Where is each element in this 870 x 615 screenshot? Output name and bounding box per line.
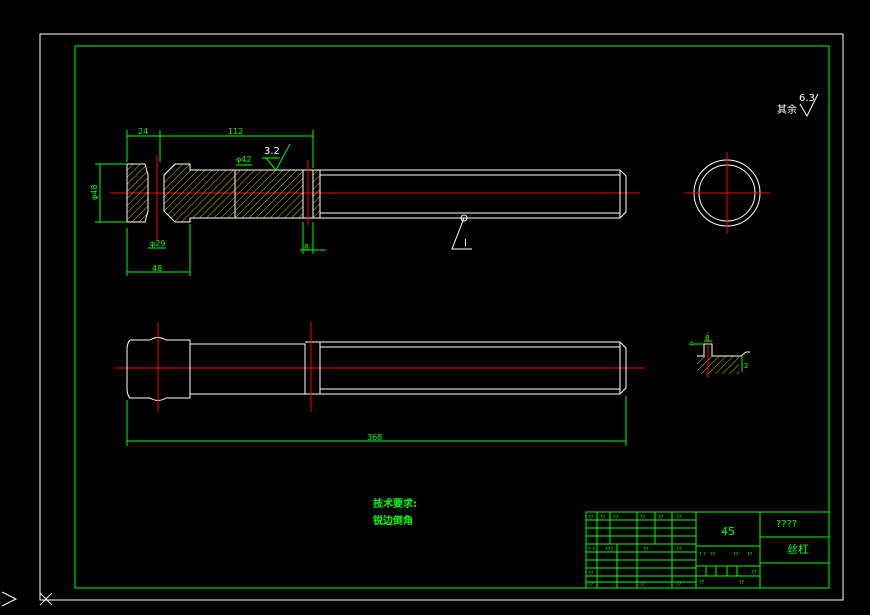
detail-outline bbox=[697, 343, 750, 357]
dim-head-diameter: φ48 bbox=[90, 185, 99, 200]
other-roughness-label: 其余 bbox=[777, 103, 797, 116]
roughness-value: 3.2 bbox=[264, 146, 280, 157]
head-section-hatch bbox=[126, 163, 149, 223]
svg-text:??: ?? bbox=[643, 547, 649, 553]
svg-text:??: ?? bbox=[640, 582, 646, 588]
svg-text:??: ?? bbox=[747, 552, 753, 558]
svg-text:??: ?? bbox=[588, 582, 594, 588]
svg-text:? ?: ? ? bbox=[699, 552, 706, 558]
detail-view[interactable] bbox=[693, 332, 750, 378]
svg-text:??: ?? bbox=[676, 515, 682, 521]
other-roughness-value: 6.3 bbox=[799, 93, 815, 104]
svg-text:??: ?? bbox=[710, 552, 716, 558]
groove-section-hatch bbox=[312, 169, 321, 219]
detail-dim-b-label: 8 bbox=[705, 334, 709, 342]
section-leader bbox=[451, 217, 472, 250]
drawing-frame bbox=[74, 45, 830, 589]
svg-text:??: ?? bbox=[613, 515, 619, 521]
svg-text:??: ?? bbox=[588, 515, 594, 521]
svg-text:??: ?? bbox=[751, 570, 757, 576]
dim-neck-diameter: φ29 bbox=[150, 239, 165, 248]
svg-text:??: ?? bbox=[640, 515, 646, 521]
svg-text:??: ?? bbox=[699, 580, 705, 586]
detail-dim-c-label: 2 bbox=[744, 362, 748, 370]
dim-flange-width: 24 bbox=[138, 127, 148, 136]
title-block-company: ???? bbox=[776, 519, 797, 530]
tech-requirements-title: 技术要求: bbox=[373, 497, 417, 510]
detail-hatch bbox=[697, 356, 739, 374]
dim-collar-diameter: φ42 bbox=[236, 155, 251, 164]
dim-head-length: 48 bbox=[152, 264, 162, 273]
end-view[interactable] bbox=[685, 152, 770, 234]
title-block-material: 45 bbox=[721, 525, 735, 538]
svg-text:??: ?? bbox=[733, 552, 739, 558]
dim-shoulder-to-end: 112 bbox=[228, 127, 243, 136]
collar-section-hatch bbox=[234, 169, 304, 219]
dim-overall-length: 368 bbox=[367, 433, 382, 442]
sheet-border bbox=[39, 33, 844, 601]
bottom-view[interactable] bbox=[115, 322, 645, 412]
detail-dim-a-label: 4 bbox=[689, 340, 694, 348]
svg-text:??: ?? bbox=[676, 582, 682, 588]
shaft-outline-bottom bbox=[190, 343, 306, 395]
svg-text:??: ?? bbox=[588, 571, 594, 577]
cad-drawing-canvas[interactable]: I 24 112 φ48 φ29 φ42 48 8 3.2 其余 6.3 368… bbox=[0, 0, 870, 615]
svg-text:???: ??? bbox=[605, 547, 613, 553]
svg-text:??: ?? bbox=[600, 515, 606, 521]
shaft-outline-front bbox=[320, 169, 627, 219]
section-label: I bbox=[464, 238, 467, 249]
dim-groove-width: 8 bbox=[304, 243, 309, 252]
svg-text:? ?: ? ? bbox=[588, 547, 595, 553]
svg-text:??: ?? bbox=[658, 515, 664, 521]
neck-section-hatch bbox=[163, 163, 236, 223]
svg-text:??: ?? bbox=[739, 580, 745, 586]
title-block-part-name: 丝杠 bbox=[787, 543, 809, 556]
svg-text:??: ?? bbox=[676, 547, 682, 553]
tech-requirements-line1: 锐边倒角 bbox=[373, 514, 413, 527]
ucs-icon bbox=[1, 591, 53, 607]
